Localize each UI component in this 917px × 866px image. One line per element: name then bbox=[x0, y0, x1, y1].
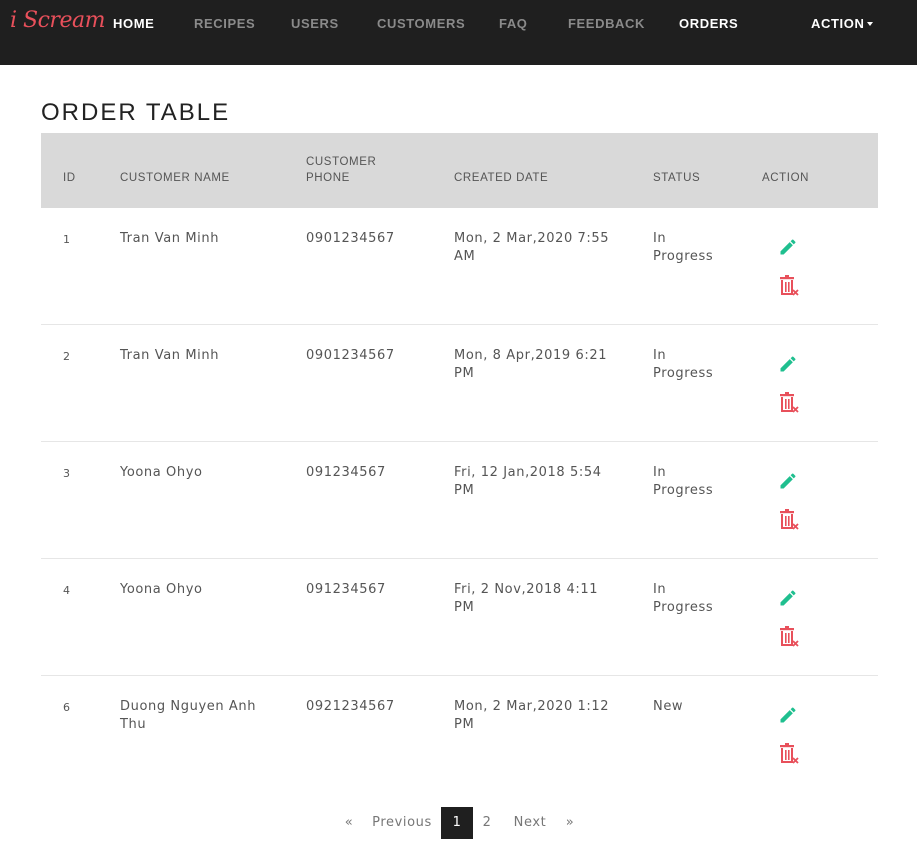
nav-action-dropdown[interactable]: ACTION bbox=[811, 16, 874, 31]
cell-created-date-line2: AM bbox=[454, 249, 476, 264]
cell-customer-name: Tran Van Minh bbox=[120, 347, 219, 365]
cell-status-line1: In bbox=[653, 582, 667, 597]
cell-status-line1: New bbox=[653, 699, 684, 714]
header-customer-phone-line2: PHONE bbox=[306, 172, 350, 184]
cell-status: In Progress bbox=[653, 347, 713, 383]
header-customer-phone: CUSTOMER PHONE bbox=[306, 154, 376, 186]
table-row: 1 Tran Van Minh 0901234567 Mon, 2 Mar,2020 … bbox=[41, 208, 878, 325]
table-row: 4 Yoona Ohyo 091234567 Fri, 2 Nov,2018 4:11… bbox=[41, 559, 878, 676]
cell-id: 1 bbox=[63, 233, 71, 246]
pagination-page-1[interactable]: 1 bbox=[441, 807, 473, 839]
pagination-previous[interactable]: Previous bbox=[366, 807, 438, 839]
cell-status-line2: Progress bbox=[653, 600, 714, 615]
nav-users[interactable]: USERS bbox=[291, 16, 339, 31]
nav-home[interactable]: HOME bbox=[113, 16, 154, 31]
brand-logo[interactable]: i Scream bbox=[10, 8, 105, 33]
header-customer-phone-line1: CUSTOMER bbox=[306, 156, 377, 168]
pagination-page-2[interactable]: 2 bbox=[475, 807, 499, 839]
edit-pencil-icon[interactable] bbox=[778, 471, 798, 491]
cell-created-date-line2: PM bbox=[454, 600, 475, 615]
pagination-next[interactable]: Next bbox=[506, 807, 554, 839]
nav-recipes[interactable]: RECIPES bbox=[194, 16, 255, 31]
cell-created-date: Mon, 8 Apr,2019 6:21 PM bbox=[454, 347, 607, 383]
cell-created-date: Fri, 2 Nov,2018 4:11 PM bbox=[454, 581, 598, 617]
cell-created-date-line1: Fri, 12 Jan,2018 5:54 bbox=[454, 465, 602, 480]
cell-status-line1: In bbox=[653, 348, 667, 363]
cell-created-date: Fri, 12 Jan,2018 5:54 PM bbox=[454, 464, 602, 500]
header-id: ID bbox=[63, 172, 76, 184]
cell-status-line1: In bbox=[653, 465, 667, 480]
cell-created-date-line1: Mon, 2 Mar,2020 1:12 bbox=[454, 699, 610, 714]
cell-status-line2: Progress bbox=[653, 249, 714, 264]
cell-created-date-line1: Fri, 2 Nov,2018 4:11 bbox=[454, 582, 599, 597]
cell-customer-phone: 0901234567 bbox=[306, 231, 395, 246]
edit-pencil-icon[interactable] bbox=[778, 354, 798, 374]
nav-action-label: ACTION bbox=[811, 16, 865, 31]
delete-trash-icon[interactable] bbox=[779, 626, 799, 648]
edit-pencil-icon[interactable] bbox=[778, 588, 798, 608]
cell-status-line2: Progress bbox=[653, 366, 714, 381]
cell-customer-name-line2: Thu bbox=[120, 717, 147, 732]
cell-created-date: Mon, 2 Mar,2020 1:12 PM bbox=[454, 698, 609, 734]
cell-customer-name: Duong Nguyen Anh Thu bbox=[120, 698, 256, 734]
cell-created-date-line1: Mon, 8 Apr,2019 6:21 bbox=[454, 348, 608, 363]
cell-customer-name: Tran Van Minh bbox=[120, 230, 219, 248]
cell-customer-phone: 091234567 bbox=[306, 465, 386, 480]
cell-status: In Progress bbox=[653, 581, 713, 617]
cell-created-date-line2: PM bbox=[454, 717, 475, 732]
cell-created-date-line2: PM bbox=[454, 366, 475, 381]
delete-trash-icon[interactable] bbox=[779, 743, 799, 765]
cell-customer-name-line1: Yoona Ohyo bbox=[120, 582, 203, 597]
cell-customer-name-line1: Duong Nguyen Anh bbox=[120, 699, 257, 714]
pagination-first[interactable]: « bbox=[339, 807, 359, 839]
cell-customer-phone: 0921234567 bbox=[306, 699, 395, 714]
cell-id: 6 bbox=[63, 701, 71, 714]
nav-faq[interactable]: FAQ bbox=[499, 16, 528, 31]
cell-created-date-line2: PM bbox=[454, 483, 475, 498]
header-created-date: CREATED DATE bbox=[454, 172, 549, 184]
cell-status: In Progress bbox=[653, 464, 713, 500]
table-row: 2 Tran Van Minh 0901234567 Mon, 8 Apr,2019 … bbox=[41, 325, 878, 442]
cell-customer-name-line1: Tran Van Minh bbox=[120, 231, 220, 246]
nav-customers[interactable]: CUSTOMERS bbox=[377, 16, 465, 31]
delete-trash-icon[interactable] bbox=[779, 275, 799, 297]
cell-status-line1: In bbox=[653, 231, 667, 246]
cell-customer-name: Yoona Ohyo bbox=[120, 581, 203, 599]
nav-feedback[interactable]: FEEDBACK bbox=[568, 16, 645, 31]
cell-id: 4 bbox=[63, 584, 71, 597]
cell-customer-name: Yoona Ohyo bbox=[120, 464, 203, 482]
cell-status: In Progress bbox=[653, 230, 713, 266]
page-title: ORDER TABLE bbox=[41, 99, 231, 126]
pagination-last[interactable]: » bbox=[560, 807, 580, 839]
cell-customer-name-line1: Tran Van Minh bbox=[120, 348, 220, 363]
cell-id: 3 bbox=[63, 467, 71, 480]
edit-pencil-icon[interactable] bbox=[778, 705, 798, 725]
header-status: STATUS bbox=[653, 172, 701, 184]
table-row: 3 Yoona Ohyo 091234567 Fri, 12 Jan,2018 5:5… bbox=[41, 442, 878, 559]
caret-down-icon bbox=[867, 21, 874, 26]
delete-trash-icon[interactable] bbox=[779, 392, 799, 414]
table-header: ID CUSTOMER NAME CUSTOMER PHONE CREATED … bbox=[41, 133, 878, 208]
cell-status-line2: Progress bbox=[653, 483, 714, 498]
header-action: ACTION bbox=[762, 172, 810, 184]
cell-id: 2 bbox=[63, 350, 71, 363]
header-customer-name: CUSTOMER NAME bbox=[120, 172, 230, 184]
delete-trash-icon[interactable] bbox=[779, 509, 799, 531]
cell-customer-phone: 0901234567 bbox=[306, 348, 395, 363]
cell-customer-name-line1: Yoona Ohyo bbox=[120, 465, 203, 480]
navbar: i Scream HOME RECIPES USERS CUSTOMERS FA… bbox=[0, 0, 917, 65]
cell-created-date: Mon, 2 Mar,2020 7:55 AM bbox=[454, 230, 609, 266]
cell-created-date-line1: Mon, 2 Mar,2020 7:55 bbox=[454, 231, 610, 246]
cell-customer-phone: 091234567 bbox=[306, 582, 386, 597]
nav-orders[interactable]: ORDERS bbox=[679, 16, 738, 31]
cell-status: New bbox=[653, 698, 683, 716]
order-table: ID CUSTOMER NAME CUSTOMER PHONE CREATED … bbox=[41, 133, 878, 793]
edit-pencil-icon[interactable] bbox=[778, 237, 798, 257]
table-row: 6 Duong Nguyen Anh Thu 0921234567 Mon, 2 Mar… bbox=[41, 676, 878, 793]
pagination: « Previous 1 2 Next » bbox=[0, 807, 917, 839]
